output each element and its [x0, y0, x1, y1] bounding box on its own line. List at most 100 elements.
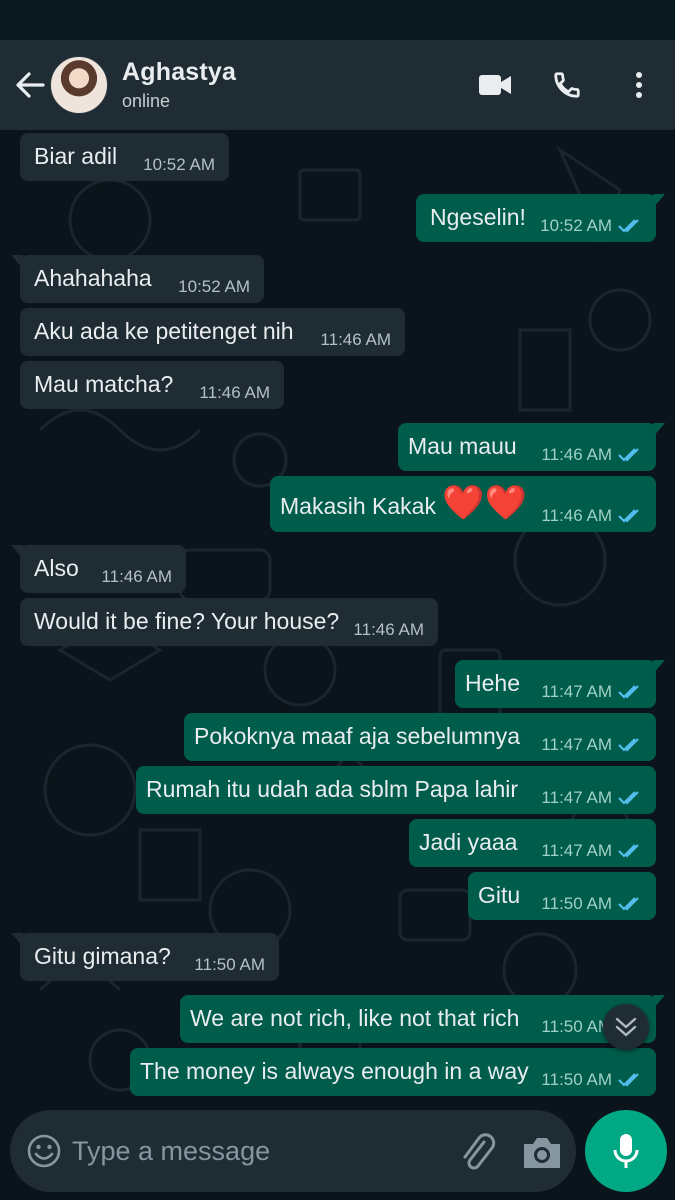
message-incoming[interactable]: Also 11:46 AM	[11, 545, 186, 593]
message-time: 11:46 AM	[101, 567, 172, 586]
message-meta: 11:46 AM	[101, 567, 172, 587]
message-meta: 11:47 AM	[541, 682, 642, 702]
message-text: Aku ada ke petitenget nih	[34, 318, 294, 344]
bubble-tail	[11, 255, 23, 269]
message-text: Jadi yaaa	[419, 829, 518, 855]
back-button[interactable]	[4, 40, 56, 130]
message-outgoing[interactable]: Jadi yaaa 11:47 AM	[409, 819, 656, 867]
back-arrow-icon	[16, 72, 45, 98]
message-text: Hehe	[465, 670, 520, 696]
bubble-tail	[653, 660, 665, 674]
message-time: 11:46 AM	[541, 506, 612, 525]
bubble-tail	[653, 995, 665, 1009]
attach-icon[interactable]	[454, 1130, 498, 1174]
message-outgoing[interactable]: Rumah itu udah ada sblm Papa lahir 11:47…	[136, 766, 656, 814]
message-text-wrap: Makasih Kakak ❤️❤️	[280, 486, 527, 520]
message-meta: 11:46 AM	[541, 506, 642, 526]
contact-name: Aghastya	[122, 58, 237, 86]
voice-call-button[interactable]	[531, 40, 603, 130]
message-meta: 11:46 AM	[541, 445, 642, 465]
message-meta: 11:50 AM	[194, 955, 265, 975]
more-options-icon	[636, 72, 642, 98]
message-time: 11:46 AM	[320, 330, 391, 349]
message-outgoing[interactable]: Hehe 11:47 AM	[455, 660, 665, 708]
double-check-icon	[618, 219, 639, 233]
double-check-icon	[618, 685, 639, 699]
bubble-tail	[653, 194, 665, 208]
message-time: 10:52 AM	[178, 277, 250, 296]
message-text: Pokoknya maaf aja sebelumnya	[194, 723, 521, 749]
chevron-down-icon	[615, 1017, 637, 1037]
message-input[interactable]	[72, 1128, 432, 1174]
message-time: 11:50 AM	[541, 1017, 612, 1036]
message-text: Gitu	[478, 882, 521, 908]
message-text: Ngeselin!	[430, 204, 526, 230]
bubble-tail	[653, 423, 665, 437]
double-check-icon	[618, 448, 639, 462]
message-outgoing[interactable]: Mau mauu 11:46 AM	[398, 423, 665, 471]
message-outgoing[interactable]: We are not rich, like not that rich 11:5…	[180, 995, 665, 1043]
message-meta: 11:50 AM	[541, 894, 642, 914]
double-check-icon	[618, 738, 639, 752]
camera-icon[interactable]	[520, 1132, 564, 1172]
message-incoming[interactable]: Would it be fine? Your house? 11:46 AM	[20, 598, 438, 646]
message-text: Ahahahaha	[34, 265, 152, 291]
message-meta: 11:47 AM	[541, 735, 642, 755]
message-incoming[interactable]: Mau matcha? 11:46 AM	[20, 361, 284, 409]
message-text: We are not rich, like not that rich	[190, 1005, 520, 1031]
message-meta: 11:47 AM	[541, 788, 642, 808]
message-text: The money is always enough in a way	[140, 1058, 529, 1084]
more-options-button[interactable]	[603, 40, 675, 130]
message-outgoing[interactable]: Ngeselin! 10:52 AM	[416, 194, 665, 242]
scroll-to-bottom-button[interactable]	[603, 1004, 649, 1050]
double-check-icon	[618, 1073, 639, 1087]
voice-call-icon	[554, 72, 580, 98]
message-time: 11:47 AM	[541, 682, 612, 701]
message-text: Also	[34, 555, 79, 581]
message-time: 11:47 AM	[541, 735, 612, 754]
message-incoming[interactable]: Aku ada ke petitenget nih 11:46 AM	[20, 308, 405, 356]
contact-status: online	[122, 91, 171, 111]
double-check-icon	[618, 897, 639, 911]
message-time: 11:47 AM	[541, 841, 612, 860]
message-time: 11:50 AM	[541, 1070, 612, 1089]
contact-info[interactable]: Aghastya online	[122, 58, 236, 112]
message-time-wrap: 10:52 AM	[143, 155, 215, 175]
emoji-icon[interactable]	[26, 1133, 62, 1169]
chat-header: Aghastya online	[0, 40, 675, 130]
message-time: 10:52 AM	[540, 216, 612, 235]
header-actions	[459, 40, 675, 130]
message-incoming[interactable]: Biar adil 10:52 AM	[20, 133, 229, 181]
message-time: 11:46 AM	[199, 383, 270, 402]
mic-icon	[613, 1134, 639, 1168]
message-text: Would it be fine? Your house?	[34, 608, 340, 634]
bubble-tail	[11, 933, 23, 947]
status-bar	[0, 0, 675, 40]
message-time: 11:50 AM	[194, 955, 265, 974]
contact-avatar[interactable]	[50, 56, 108, 114]
message-outgoing[interactable]: Pokoknya maaf aja sebelumnya 11:47 AM	[184, 713, 656, 761]
message-text: Biar adil	[34, 143, 118, 169]
double-check-icon	[618, 509, 639, 523]
message-text: Makasih Kakak	[280, 493, 436, 519]
message-incoming[interactable]: Gitu gimana? 11:50 AM	[11, 933, 279, 981]
message-incoming[interactable]: Ahahahaha 10:52 AM	[11, 255, 264, 303]
double-check-icon	[618, 791, 639, 805]
message-outgoing[interactable]: Gitu 11:50 AM	[468, 872, 656, 920]
message-outgoing[interactable]: Makasih Kakak ❤️❤️ 11:46 AM	[270, 476, 656, 532]
message-meta: 11:50 AM	[541, 1070, 642, 1090]
chat-area[interactable]: Biar adil 10:52 AM Ngeselin! 10:52 AM Ah…	[0, 130, 675, 1100]
message-outgoing[interactable]: The money is always enough in a way 11:5…	[130, 1048, 656, 1096]
message-meta: 11:46 AM	[353, 620, 424, 640]
message-meta: 10:52 AM	[540, 216, 642, 236]
message-time: 11:47 AM	[541, 788, 612, 807]
message-composer	[10, 1110, 576, 1192]
video-call-button[interactable]	[459, 40, 531, 130]
message-time: 11:46 AM	[353, 620, 424, 639]
message-meta: 11:47 AM	[541, 841, 642, 861]
message-time: 11:50 AM	[541, 894, 612, 913]
double-check-icon	[618, 844, 639, 858]
voice-message-button[interactable]	[585, 1110, 667, 1192]
message-meta: 11:46 AM	[320, 330, 391, 350]
message-text: Rumah itu udah ada sblm Papa lahir	[146, 776, 519, 802]
